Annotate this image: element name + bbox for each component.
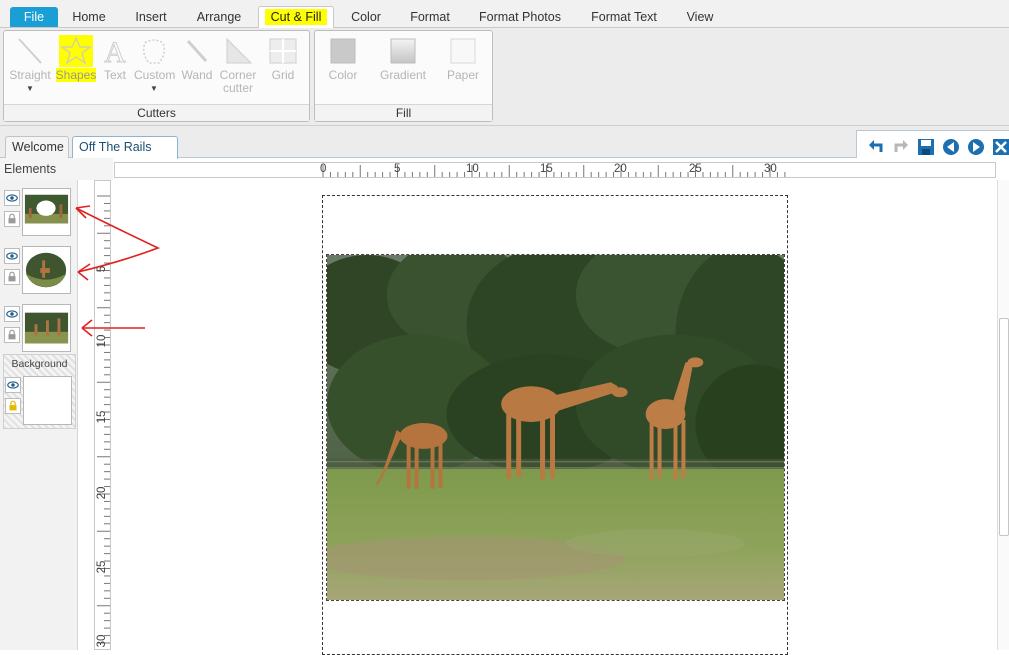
tab-cut-fill-label: Cut & Fill bbox=[264, 9, 328, 25]
chevron-down-icon[interactable]: ▼ bbox=[8, 82, 52, 95]
fill-gradient-label: Gradient bbox=[379, 68, 427, 82]
custom-label: Custom bbox=[134, 68, 176, 82]
undo-icon[interactable] bbox=[866, 137, 886, 157]
custom-shape-icon bbox=[142, 39, 166, 64]
ruler-label: 25 bbox=[689, 163, 702, 175]
lock-icon[interactable] bbox=[4, 327, 20, 343]
tab-arrange[interactable]: Arrange bbox=[190, 7, 248, 27]
save-icon[interactable] bbox=[916, 137, 936, 157]
previous-icon[interactable] bbox=[941, 137, 961, 157]
text-label: Text bbox=[103, 68, 126, 82]
cutters-group-label: Cutters bbox=[4, 104, 309, 121]
straight-label: Straight bbox=[9, 68, 51, 82]
fill-color-label: Color bbox=[328, 68, 358, 82]
custom-cutter-button[interactable]: Custom ▼ bbox=[134, 35, 176, 95]
tab-file[interactable]: File bbox=[10, 7, 58, 27]
shapes-label: Shapes bbox=[55, 68, 97, 82]
tab-cut-fill[interactable]: Cut & Fill bbox=[258, 6, 334, 28]
star-shape-icon bbox=[59, 35, 93, 67]
shapes-cutter-button[interactable]: Shapes bbox=[55, 35, 97, 82]
color-swatch-icon bbox=[330, 38, 356, 64]
fill-gradient-button[interactable]: Gradient bbox=[377, 35, 429, 82]
eye-icon[interactable] bbox=[4, 248, 20, 264]
ruler-label: 20 bbox=[96, 486, 108, 500]
lock-icon[interactable] bbox=[5, 398, 21, 414]
tab-format[interactable]: Format bbox=[402, 7, 458, 27]
grid-cutter-button[interactable]: Grid bbox=[266, 35, 300, 82]
cutters-group: Straight ▼ Shapes A Text Custom ▼ Wand C… bbox=[3, 30, 310, 122]
text-a-icon: A bbox=[104, 36, 127, 68]
eye-icon[interactable] bbox=[5, 377, 21, 393]
corner-cutter-button[interactable]: Corner cutter bbox=[216, 35, 260, 95]
fill-group-label: Fill bbox=[315, 104, 492, 121]
vertical-ruler: 5 10 15 20 25 30 bbox=[94, 180, 111, 650]
horizontal-ruler: 0 5 10 15 20 25 30 bbox=[114, 162, 996, 178]
grid-icon bbox=[269, 38, 297, 64]
chevron-down-icon[interactable]: ▼ bbox=[134, 82, 174, 95]
layer-item[interactable] bbox=[3, 304, 73, 356]
background-label: Background bbox=[11, 358, 68, 370]
wand-cutter-button[interactable]: Wand bbox=[180, 35, 214, 82]
tab-format-text[interactable]: Format Text bbox=[584, 7, 664, 27]
ruler-label: 30 bbox=[764, 163, 777, 175]
layer-thumbnail[interactable] bbox=[22, 304, 71, 352]
lock-icon[interactable] bbox=[4, 211, 20, 227]
redo-icon[interactable] bbox=[891, 137, 911, 157]
ruler-label: 5 bbox=[96, 265, 108, 273]
straight-cutter-button[interactable]: Straight ▼ bbox=[8, 35, 52, 95]
magic-wand-icon bbox=[186, 39, 208, 63]
layer-thumbnail[interactable] bbox=[22, 246, 71, 294]
text-cutter-button[interactable]: A Text bbox=[100, 35, 130, 82]
ruler-label: 10 bbox=[96, 334, 108, 348]
next-icon[interactable] bbox=[966, 137, 986, 157]
close-icon[interactable] bbox=[991, 137, 1009, 157]
ruler-label: 0 bbox=[320, 163, 327, 175]
ruler-label: 25 bbox=[96, 560, 108, 574]
fill-color-button[interactable]: Color bbox=[325, 35, 361, 82]
lock-icon[interactable] bbox=[4, 269, 20, 285]
layer-item[interactable] bbox=[3, 246, 73, 298]
eye-icon[interactable] bbox=[4, 306, 20, 322]
ruler-label: 20 bbox=[614, 163, 627, 175]
grid-label: Grid bbox=[271, 68, 295, 82]
tab-welcome[interactable]: Welcome bbox=[5, 136, 69, 158]
ruler-label: 10 bbox=[466, 163, 479, 175]
wand-label: Wand bbox=[181, 68, 213, 82]
tab-insert[interactable]: Insert bbox=[128, 7, 174, 27]
tab-off-the-rails[interactable]: Off The Rails DT bbox=[72, 136, 178, 174]
straight-line-icon bbox=[18, 38, 42, 64]
tab-format-photos[interactable]: Format Photos bbox=[474, 7, 566, 27]
eye-icon[interactable] bbox=[4, 190, 20, 206]
menu-bar: File Home Insert Arrange Cut & Fill Colo… bbox=[0, 0, 1009, 28]
scrollbar-thumb[interactable] bbox=[999, 318, 1009, 536]
layer-item[interactable] bbox=[3, 188, 73, 240]
layer-thumbnail[interactable] bbox=[22, 188, 71, 236]
ruler-label: 5 bbox=[394, 163, 401, 175]
elements-panel-title: Elements bbox=[0, 158, 113, 180]
paper-swatch-icon bbox=[450, 38, 476, 64]
ruler-label: 15 bbox=[96, 410, 108, 424]
vertical-scrollbar[interactable] bbox=[997, 180, 1009, 650]
giraffe-photo[interactable] bbox=[326, 254, 785, 601]
corner-cutter-label: Corner cutter bbox=[219, 68, 257, 95]
ruler-label: 15 bbox=[540, 163, 553, 175]
ruler-label: 30 bbox=[96, 634, 108, 648]
svg-text:A: A bbox=[104, 36, 126, 67]
elements-panel: Background bbox=[0, 180, 78, 650]
gradient-swatch-icon bbox=[390, 38, 416, 64]
background-layer[interactable]: Background bbox=[3, 354, 76, 429]
background-thumbnail[interactable] bbox=[23, 376, 72, 425]
tab-color[interactable]: Color bbox=[344, 7, 388, 27]
ribbon: Straight ▼ Shapes A Text Custom ▼ Wand C… bbox=[0, 28, 1009, 126]
tab-home[interactable]: Home bbox=[66, 7, 112, 27]
horizontal-ruler-ticks bbox=[322, 165, 786, 177]
fill-paper-button[interactable]: Paper bbox=[443, 35, 483, 82]
fill-paper-label: Paper bbox=[446, 68, 480, 82]
fill-group: Color Gradient Paper Fill bbox=[314, 30, 493, 122]
corner-cutter-icon bbox=[226, 37, 253, 64]
tab-view[interactable]: View bbox=[680, 7, 720, 27]
